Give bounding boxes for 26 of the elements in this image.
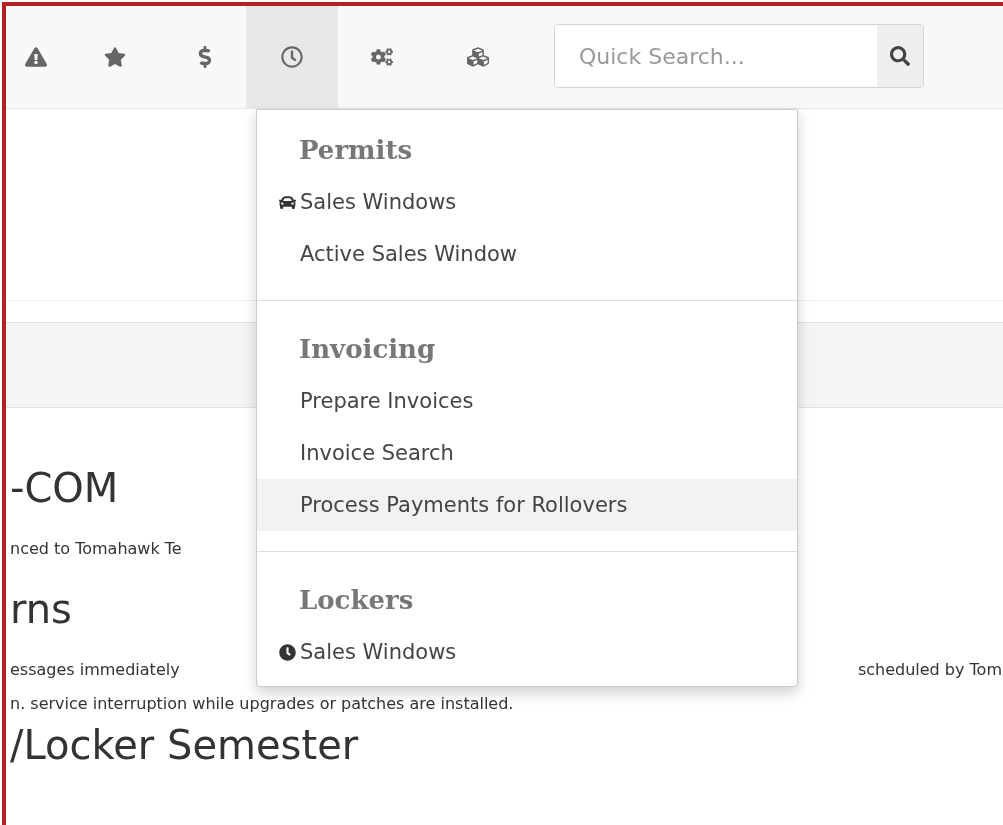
menu-item[interactable]: Invoice Search xyxy=(257,427,797,479)
menu-item[interactable]: Sales Windows xyxy=(257,626,797,678)
star-icon xyxy=(104,46,126,68)
section-heading: -COM xyxy=(10,464,119,512)
search-button[interactable] xyxy=(877,25,923,87)
menu-section-title: Lockers xyxy=(298,584,415,617)
body-text: essages immediately xyxy=(10,659,180,681)
warning-icon xyxy=(25,46,47,68)
menu-item[interactable]: Active Sales Window xyxy=(257,228,797,280)
clock-icon xyxy=(281,46,303,68)
menu-item[interactable]: Process Payments for Rollovers xyxy=(257,479,797,531)
cubes-icon xyxy=(467,46,489,68)
body-text: n. service interruption while upgrades or patches are installed. xyxy=(10,693,514,715)
search-field[interactable]: Quick Search... xyxy=(554,24,924,88)
car-icon xyxy=(279,193,296,211)
menu-section-title: Permits xyxy=(298,134,414,167)
gears-icon xyxy=(371,46,393,68)
body-text: nced to Tomahawk Te xyxy=(10,538,182,560)
section-heading: /Locker Semester xyxy=(10,721,359,769)
section-heading: rns xyxy=(10,585,72,633)
menu-section-title: Invoicing xyxy=(298,333,437,366)
menu-item[interactable]: Prepare Invoices xyxy=(257,375,797,427)
clock-icon xyxy=(279,643,296,661)
body-text: scheduled by Tom xyxy=(857,659,1002,681)
search-icon xyxy=(890,46,910,66)
menu-item[interactable]: Sales Windows xyxy=(257,176,797,228)
